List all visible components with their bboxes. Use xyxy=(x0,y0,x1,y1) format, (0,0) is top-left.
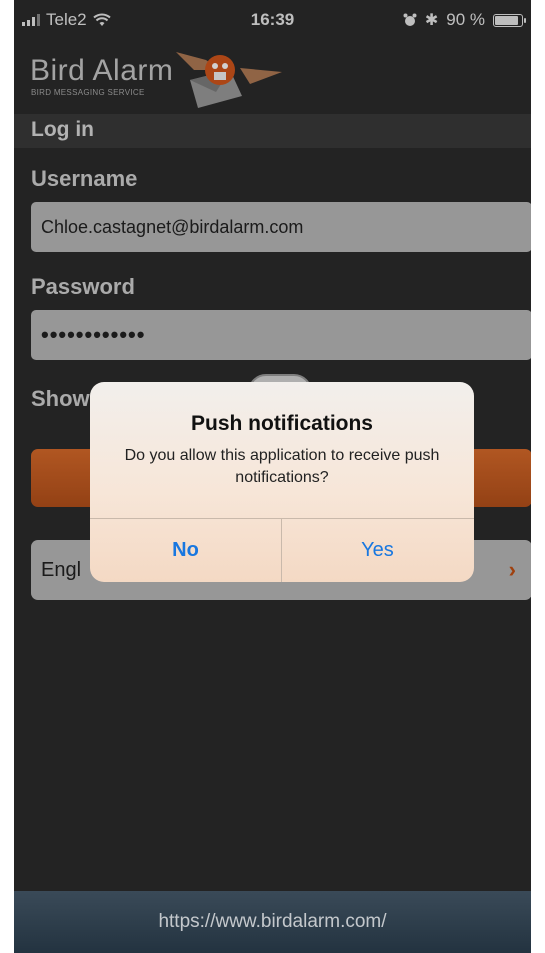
alert-title: Push notifications xyxy=(190,412,373,435)
alert-no-button[interactable]: No xyxy=(90,519,281,582)
app-screen: Tele2 16:39 ✱ 90 % Bird Alarm BIRD MESSA… xyxy=(14,0,531,953)
alert-yes-button[interactable]: Yes xyxy=(282,519,473,582)
push-notification-alert: Push notifications Do you allow this app… xyxy=(90,382,474,582)
alert-message: Do you allow this application to receive… xyxy=(124,447,440,486)
footer-url[interactable]: https://www.birdalarm.com/ xyxy=(14,891,531,953)
